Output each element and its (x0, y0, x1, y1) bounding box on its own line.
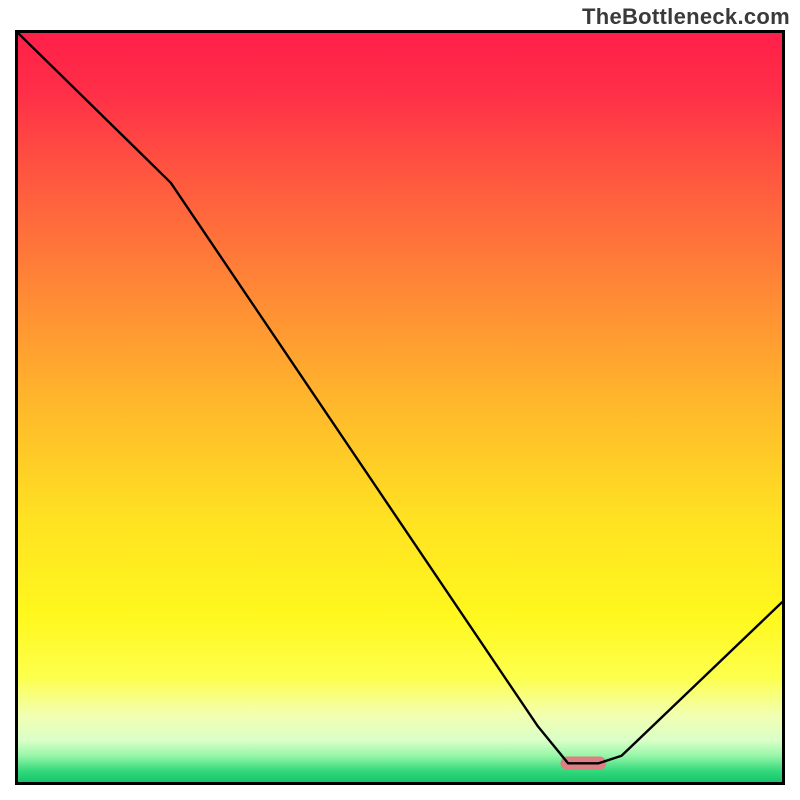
plot-frame (15, 30, 785, 785)
watermark-text: TheBottleneck.com (582, 4, 790, 30)
plot-svg (18, 33, 782, 782)
chart-container: TheBottleneck.com (0, 0, 800, 800)
